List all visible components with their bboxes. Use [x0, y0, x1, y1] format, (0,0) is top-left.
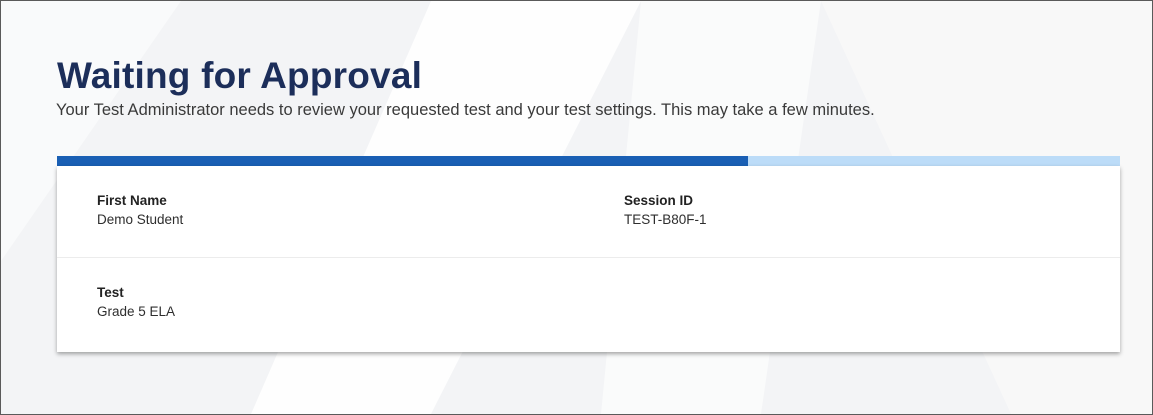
session-id-label: Session ID	[624, 193, 694, 208]
first-name-value: Demo Student	[97, 212, 184, 227]
page-title: Waiting for Approval	[57, 55, 423, 96]
student-info-card: First Name Demo Student Session ID TEST-…	[57, 166, 1120, 352]
session-id-field: Session ID TEST-B80F-1	[624, 193, 707, 228]
session-id-value: TEST-B80F-1	[624, 212, 707, 227]
test-value: Grade 5 ELA	[97, 304, 176, 319]
app-window: Waiting for Approval Your Test Administr…	[0, 0, 1153, 415]
approval-panel: Waiting for Approval Your Test Administr…	[56, 55, 1120, 352]
first-name-field: First Name Demo Student	[97, 193, 183, 228]
test-label: Test	[97, 285, 124, 300]
info-row: First Name Demo Student Session ID TEST-…	[57, 166, 1120, 258]
page-subtitle: Your Test Administrator needs to review …	[56, 101, 875, 119]
approval-progress-bar	[57, 156, 1120, 166]
test-field: Test Grade 5 ELA	[97, 285, 175, 320]
approval-progress-fill	[57, 156, 748, 166]
info-row: Test Grade 5 ELA	[57, 258, 1120, 349]
first-name-label: First Name	[97, 193, 167, 208]
